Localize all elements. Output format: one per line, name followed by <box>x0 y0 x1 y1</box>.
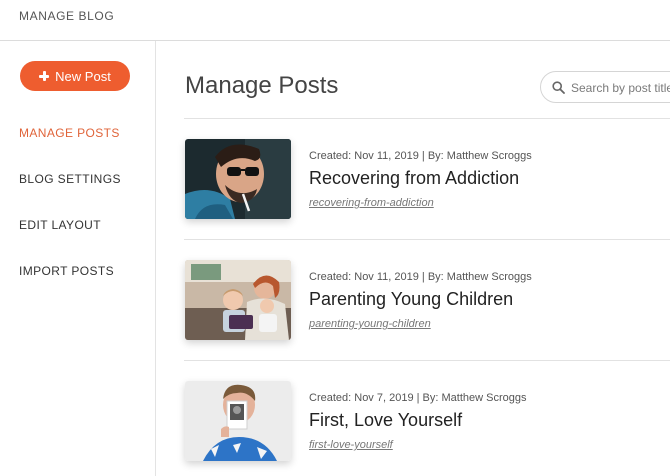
sidebar-item-import-posts[interactable]: IMPORT POSTS <box>19 264 121 310</box>
post-meta: Created: Nov 11, 2019 | By: Matthew Scro… <box>309 271 532 283</box>
post-thumbnail[interactable] <box>185 381 291 461</box>
post-slug-link[interactable]: parenting-young-children <box>309 318 431 330</box>
search-box[interactable] <box>540 71 670 103</box>
page-title: Manage Posts <box>185 72 339 99</box>
post-row[interactable]: Created: Nov 7, 2019 | By: Matthew Scrog… <box>184 360 670 476</box>
post-thumbnail[interactable] <box>185 260 291 340</box>
post-row[interactable]: Created: Nov 11, 2019 | By: Matthew Scro… <box>184 118 670 239</box>
main-content: Manage Posts Search by post title Create… <box>157 41 670 476</box>
mother-with-children-photo <box>185 260 291 340</box>
post-row[interactable]: Created: Nov 11, 2019 | By: Matthew Scro… <box>184 239 670 360</box>
plus-icon <box>39 71 50 81</box>
sidebar-nav: MANAGE POSTS BLOG SETTINGS EDIT LAYOUT I… <box>19 126 121 310</box>
post-list: Created: Nov 11, 2019 | By: Matthew Scro… <box>184 118 670 476</box>
sidebar-item-edit-layout[interactable]: EDIT LAYOUT <box>19 218 121 264</box>
post-slug-link[interactable]: first-love-yourself <box>309 439 393 451</box>
sidebar: New Post MANAGE POSTS BLOG SETTINGS EDIT… <box>0 41 156 476</box>
post-meta: Created: Nov 11, 2019 | By: Matthew Scro… <box>309 150 532 162</box>
sidebar-item-manage-posts[interactable]: MANAGE POSTS <box>19 126 121 172</box>
new-post-label: New Post <box>55 68 111 84</box>
search-icon <box>552 81 565 94</box>
new-post-button[interactable]: New Post <box>20 61 130 91</box>
post-title[interactable]: Recovering from Addiction <box>309 168 519 189</box>
man-holding-photo <box>185 381 291 461</box>
sidebar-item-blog-settings[interactable]: BLOG SETTINGS <box>19 172 121 218</box>
man-with-sunglasses-photo <box>185 139 291 219</box>
top-bar: MANAGE BLOG <box>0 0 670 41</box>
search-input[interactable] <box>571 78 670 98</box>
post-meta: Created: Nov 7, 2019 | By: Matthew Scrog… <box>309 392 527 404</box>
post-title[interactable]: Parenting Young Children <box>309 289 513 310</box>
app-title: MANAGE BLOG <box>19 9 115 23</box>
post-slug-link[interactable]: recovering-from-addiction <box>309 197 434 209</box>
post-thumbnail[interactable] <box>185 139 291 219</box>
post-title[interactable]: First, Love Yourself <box>309 410 462 431</box>
